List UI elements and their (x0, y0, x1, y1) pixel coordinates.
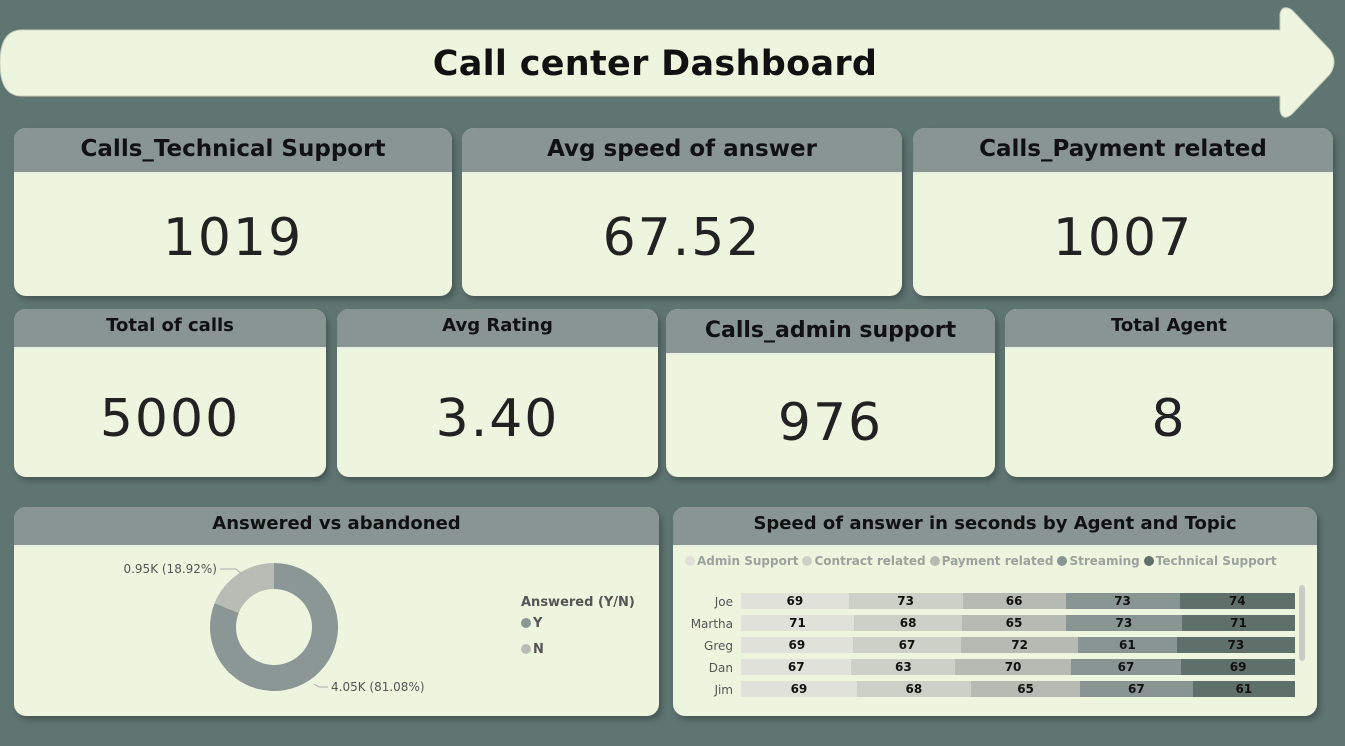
kpi-card-total-agent[interactable]: Total Agent 8 (1005, 309, 1333, 477)
bar-segment-technical-support[interactable]: 69 (1181, 659, 1295, 675)
bar-segment-streaming[interactable]: 61 (1077, 637, 1177, 653)
legend-label-y: Y (533, 616, 543, 631)
bar-row-greg[interactable]: Greg 69 67 72 61 73 (673, 637, 1313, 655)
legend-label: Contract related (814, 554, 926, 568)
bar-segment-payment-related[interactable]: 65 (962, 615, 1066, 631)
chart-title: Answered vs abandoned (14, 507, 659, 547)
legend-dot-icon (929, 556, 940, 566)
legend-item-y[interactable]: Y (521, 616, 542, 631)
kpi-card-payment-related[interactable]: Calls_Payment related 1007 (913, 128, 1333, 296)
kpi-card-avg-rating[interactable]: Avg Rating 3.40 (337, 309, 658, 477)
bar-segment-streaming[interactable]: 73 (1065, 615, 1182, 631)
leader-line (313, 683, 328, 688)
bar-segment-admin-support[interactable]: 71 (741, 615, 855, 631)
bar-segment-payment-related[interactable]: 66 (962, 593, 1066, 609)
bar-segment-streaming[interactable]: 67 (1070, 659, 1182, 675)
bar-segment-streaming[interactable]: 67 (1080, 681, 1193, 697)
bar-segment-technical-support[interactable]: 61 (1192, 681, 1295, 697)
kpi-label: Calls_Payment related (913, 128, 1333, 174)
bar-segment-payment-related[interactable]: 70 (955, 659, 1071, 675)
donut-chart: 0.95K (18.92%) 4.05K (81.08%) (123, 562, 425, 694)
kpi-value: 67.52 (602, 208, 762, 268)
bar-segment-admin-support[interactable]: 67 (741, 659, 852, 675)
legend-label: Payment related (941, 554, 1054, 568)
donut-legend-title: Answered (Y/N) (521, 595, 635, 610)
bar-segment-admin-support[interactable]: 69 (741, 593, 849, 609)
legend-dot-icon (1143, 556, 1154, 566)
legend-dot-icon (685, 556, 695, 566)
agent-label: Martha (690, 617, 733, 631)
legend-item-payment-related[interactable]: Payment related (929, 554, 1054, 568)
bar-segment-payment-related[interactable]: 65 (970, 681, 1081, 697)
leader-line (220, 568, 243, 575)
page-title: Call center Dashboard (432, 44, 878, 84)
kpi-value: 5000 (99, 389, 241, 449)
bar-segment-technical-support[interactable]: 74 (1179, 593, 1295, 609)
legend-item-n[interactable]: N (521, 642, 544, 657)
bar-segment-contract-related[interactable]: 63 (851, 659, 956, 675)
bar-segment-contract-related[interactable]: 68 (854, 615, 963, 631)
donut-label-n: 0.95K (18.92%) (123, 562, 217, 576)
legend-dot-icon (1057, 556, 1068, 566)
legend-item-contract-related[interactable]: Contract related (802, 554, 926, 568)
legend-dot-n-icon (521, 644, 531, 654)
bar-row-joe[interactable]: Joe 69 73 66 73 74 (673, 593, 1313, 611)
bar-segment-streaming[interactable]: 73 (1065, 593, 1180, 609)
kpi-label: Avg speed of answer (462, 128, 902, 174)
kpi-label: Calls_Technical Support (14, 128, 452, 174)
kpi-label: Total Agent (1005, 309, 1333, 349)
bar-segment-contract-related[interactable]: 67 (852, 637, 962, 653)
donut-label-y: 4.05K (81.08%) (331, 680, 425, 694)
kpi-value: 1007 (1052, 208, 1194, 268)
bar-row-dan[interactable]: Dan 67 63 70 67 69 (673, 659, 1313, 677)
kpi-value: 3.40 (435, 389, 560, 449)
legend-item-streaming[interactable]: Streaming (1057, 554, 1140, 568)
kpi-value: 1019 (162, 208, 304, 268)
stacked-bar-chart: Joe 69 73 66 73 74 Martha 71 68 65 73 71 Greg 69 67 72 6… (673, 593, 1303, 703)
kpi-label: Calls_admin support (666, 309, 995, 355)
legend-item-technical-support[interactable]: Technical Support (1143, 554, 1277, 568)
agent-label: Greg (704, 639, 733, 653)
legend-label: Streaming (1069, 554, 1140, 568)
legend-label-n: N (533, 642, 544, 657)
bar-segment-contract-related[interactable]: 68 (856, 681, 971, 697)
bar-segment-contract-related[interactable]: 73 (848, 593, 963, 609)
bar-segment-technical-support[interactable]: 71 (1181, 615, 1295, 631)
kpi-label: Avg Rating (337, 309, 658, 349)
kpi-card-technical-support[interactable]: Calls_Technical Support 1019 (14, 128, 452, 296)
bar-row-martha[interactable]: Martha 71 68 65 73 71 (673, 615, 1313, 633)
kpi-label: Total of calls (14, 309, 326, 349)
legend-label: Technical Support (1155, 554, 1277, 568)
scrollbar[interactable] (1299, 585, 1305, 661)
speed-by-agent-topic-card[interactable]: Speed of answer in seconds by Agent and … (673, 507, 1317, 716)
kpi-card-total-calls[interactable]: Total of calls 5000 (14, 309, 326, 477)
legend-dot-icon (802, 556, 813, 566)
kpi-value: 8 (1151, 389, 1187, 449)
kpi-value: 976 (777, 393, 884, 453)
bar-segment-technical-support[interactable]: 73 (1176, 637, 1295, 653)
answered-vs-abandoned-card[interactable]: Answered vs abandoned 0.95K (18.92%) 4.05… (14, 507, 659, 716)
legend-label: Admin Support (697, 554, 799, 568)
legend-item-admin-support[interactable]: Admin Support (685, 554, 798, 568)
kpi-card-admin-support[interactable]: Calls_admin support 976 (666, 309, 995, 477)
agent-label: Joe (714, 595, 733, 609)
agent-label: Dan (708, 661, 733, 675)
bar-segment-admin-support[interactable]: 69 (741, 637, 853, 653)
bar-segment-payment-related[interactable]: 72 (961, 637, 1078, 653)
legend-dot-y-icon (521, 618, 531, 628)
agent-label: Jim (714, 683, 733, 697)
donut-slice-n[interactable] (214, 563, 274, 613)
bar-segment-admin-support[interactable]: 69 (741, 681, 857, 697)
bar-row-jim[interactable]: Jim 69 68 65 67 61 (673, 681, 1313, 699)
chart-title: Speed of answer in seconds by Agent and … (673, 507, 1317, 547)
kpi-card-avg-speed[interactable]: Avg speed of answer 67.52 (462, 128, 902, 296)
title-banner: Call center Dashboard (0, 4, 1340, 122)
bar-legend: Admin Support Contract related Payment rel… (685, 554, 1281, 568)
